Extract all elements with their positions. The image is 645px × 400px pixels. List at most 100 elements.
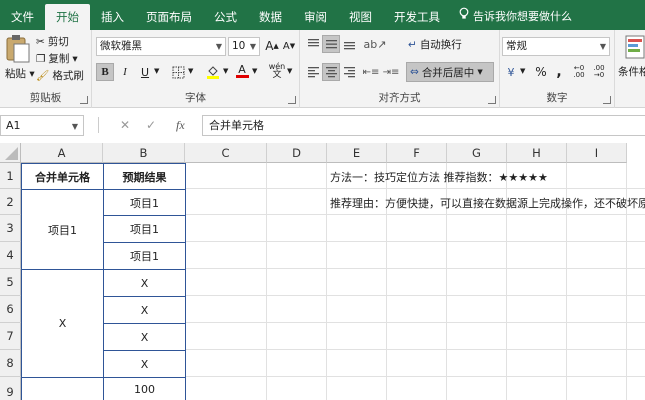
fill-color-button[interactable] [204,63,222,81]
chevron-down-icon[interactable]: ▼ [252,67,257,75]
font-color-button[interactable]: A [233,62,251,80]
increase-decimal-button[interactable]: ←0.00 [570,63,588,81]
chevron-down-icon[interactable]: ▼ [154,67,159,75]
percent-button[interactable]: % [532,63,550,81]
align-center-button[interactable] [322,63,340,81]
tab-data[interactable]: 数据 [248,4,293,30]
decrease-indent-button[interactable]: ⇤≡ [362,63,380,81]
copy-button[interactable]: ❐ 复制 ▾ [36,51,78,66]
align-bottom-button[interactable] [340,35,358,53]
font-size-select[interactable]: 10 ▼ [228,37,260,56]
cell-b7[interactable]: X [103,323,186,351]
underline-button[interactable]: U [136,63,154,81]
row-header-6[interactable]: 6 [0,296,21,323]
cell-a1[interactable]: 合并单元格 [21,163,104,190]
phonetic-button[interactable]: wén 文 [268,62,286,80]
chevron-down-icon[interactable]: ▼ [287,67,292,75]
row-header-7[interactable]: 7 [0,323,21,350]
column-header-h[interactable]: H [507,143,567,163]
cell-b9[interactable]: 100 [103,377,186,400]
cell-b2[interactable]: 项目1 [103,189,186,216]
column-header-g[interactable]: G [447,143,507,163]
align-top-icon [307,39,319,47]
comma-button[interactable]: , [550,63,568,81]
column-header-e[interactable]: E [327,143,387,163]
chevron-down-icon: ▼ [215,42,222,51]
tab-developer[interactable]: 开发工具 [383,4,451,30]
chevron-down-icon[interactable]: ▼ [188,67,193,75]
row-header-3[interactable]: 3 [0,215,21,242]
name-box[interactable]: A1 ▼ [0,115,84,136]
column-header-b[interactable]: B [103,143,185,163]
fill-bucket-icon [207,65,219,79]
note-method[interactable]: 方法一：技巧定位方法 推荐指数：★★★★★ [327,164,645,189]
formula-input[interactable]: 合并单元格 [202,115,645,136]
cell-b8[interactable]: X [103,350,186,378]
grow-font-button[interactable]: A ▲ [263,37,281,55]
decrease-decimal-button[interactable]: .00 →0 [590,63,608,81]
cell-b5[interactable]: X [103,269,186,297]
orientation-button[interactable]: ab↗ [363,35,387,53]
align-top-button[interactable] [304,35,322,53]
tab-file[interactable]: 文件 [0,4,45,30]
tab-review[interactable]: 审阅 [293,4,338,30]
merged-cell-a9[interactable] [21,377,104,400]
tab-insert[interactable]: 插入 [90,4,135,30]
row-header-1[interactable]: 1 [0,163,21,189]
chevron-down-icon[interactable]: ▼ [223,67,228,75]
enter-icon[interactable]: ✓ [146,118,156,132]
currency-button[interactable]: ¥ [502,63,520,81]
tab-home[interactable]: 开始 [45,4,90,30]
chevron-down-icon[interactable]: ▼ [520,67,525,75]
font-launcher-icon[interactable] [288,96,296,104]
row-header-9[interactable]: 9 [0,377,21,400]
number-format-select[interactable]: 常规 ▼ [502,37,610,56]
cut-button[interactable]: ✂ 剪切 [36,34,69,49]
column-header-i[interactable]: I [567,143,627,163]
cell-b1[interactable]: 预期结果 [103,163,186,190]
bold-button[interactable]: B [96,63,114,81]
increase-indent-button[interactable]: ⇥≡ [382,63,400,81]
tab-page-layout[interactable]: 页面布局 [135,4,203,30]
clipboard-launcher-icon[interactable] [80,96,88,104]
grid-line-vertical [266,163,267,400]
conditional-formatting-icon[interactable] [625,35,645,61]
column-header-d[interactable]: D [267,143,327,163]
row-header-2[interactable]: 2 [0,189,21,215]
note-reason[interactable]: 推荐理由：方便快捷，可以直接在数据源上完成操作，还不破坏原表 [327,191,645,215]
decrease-indent-icon: ⇤≡ [362,66,380,78]
align-right-button[interactable] [340,63,358,81]
alignment-launcher-icon[interactable] [488,96,496,104]
tell-me-box[interactable]: 告诉我你想要做什么 [451,4,572,30]
shrink-font-button[interactable]: A ▼ [280,37,298,55]
number-launcher-icon[interactable] [603,96,611,104]
merged-cell-a2-a4[interactable]: 项目1 [21,189,104,270]
cell-b3[interactable]: 项目1 [103,215,186,243]
cell-b4[interactable]: 项目1 [103,242,186,270]
paste-button[interactable]: 粘贴 ▾ [5,66,35,81]
paste-icon[interactable] [5,34,31,64]
borders-button[interactable] [169,63,187,81]
merge-center-button[interactable]: ⇔ 合并后居中 ▼ [406,62,494,82]
cancel-icon[interactable]: ✕ [120,118,130,132]
column-header-c[interactable]: C [185,143,267,163]
conditional-formatting-button[interactable]: 条件格 [618,64,645,79]
insert-function-button[interactable]: fx [176,118,185,133]
format-painter-button[interactable]: 🖌 格式刷 [36,68,84,83]
align-middle-button[interactable] [322,35,340,53]
italic-button[interactable]: I [116,63,134,81]
cell-b6[interactable]: X [103,296,186,324]
font-name-select[interactable]: 微软雅黑 ▼ [96,37,226,56]
wrap-text-button[interactable]: ↵ 自动换行 [408,37,462,52]
orientation-icon: ab↗ [363,37,387,51]
column-header-a[interactable]: A [21,143,103,163]
tab-formulas[interactable]: 公式 [203,4,248,30]
row-header-4[interactable]: 4 [0,242,21,269]
tab-view[interactable]: 视图 [338,4,383,30]
align-left-button[interactable] [304,63,322,81]
row-header-8[interactable]: 8 [0,350,21,377]
merged-cell-a5-a8[interactable]: X [21,269,104,378]
select-all-corner[interactable] [0,143,21,163]
column-header-f[interactable]: F [387,143,447,163]
row-header-5[interactable]: 5 [0,269,21,296]
